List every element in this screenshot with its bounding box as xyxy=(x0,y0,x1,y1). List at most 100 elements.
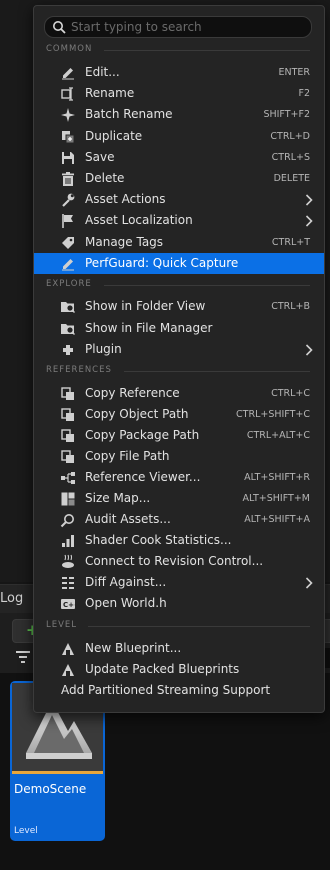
menu-item-shortcut: ALT+SHIFT+M xyxy=(242,493,310,504)
menu-item-copy-reference[interactable]: Copy Reference CTRL+C xyxy=(34,383,324,404)
batch-rename-icon xyxy=(61,108,75,122)
menu-item-label: Open World.h xyxy=(85,596,167,610)
menu-item-label: Rename xyxy=(85,86,135,100)
log-tab-label[interactable]: Log xyxy=(0,591,23,606)
pencil-icon xyxy=(62,68,74,80)
copy-icon xyxy=(61,450,74,463)
menu-search-box[interactable] xyxy=(44,16,312,38)
menu-item-manage-tags[interactable]: Manage Tags CTRL+T xyxy=(34,232,324,253)
menu-item-audit-assets[interactable]: Audit Assets... ALT+SHIFT+A xyxy=(34,509,324,530)
menu-item-shortcut: CTRL+T xyxy=(271,237,310,248)
menu-item-duplicate[interactable]: Duplicate CTRL+D xyxy=(34,126,324,147)
menu-item-shortcut: CTRL+SHIFT+C xyxy=(236,409,310,420)
section-divider xyxy=(104,285,310,286)
diff-icon xyxy=(62,577,74,589)
menu-item-delete[interactable]: Delete DELETE xyxy=(34,168,324,189)
menu-item-label: Asset Localization xyxy=(85,213,193,227)
menu-item-shortcut: CTRL+D xyxy=(270,131,310,142)
chevron-right-icon xyxy=(305,194,313,206)
audit-icon xyxy=(60,514,74,528)
menu-item-size-map[interactable]: Size Map... ALT+SHIFT+M xyxy=(34,488,324,509)
menu-item-copy-file-path[interactable]: Copy File Path xyxy=(34,446,324,467)
save-icon xyxy=(62,152,74,164)
folder-search-icon xyxy=(61,302,75,313)
menu-item-label: Audit Assets... xyxy=(85,512,171,526)
menu-item-perfguard-quick-capture[interactable]: PerfGuard: Quick Capture xyxy=(34,253,324,274)
menu-item-diff-against[interactable]: Diff Against... xyxy=(34,572,324,593)
menu-item-shortcut: CTRL+S xyxy=(271,152,310,163)
plugin-icon xyxy=(63,345,73,355)
menu-item-shortcut: ENTER xyxy=(278,67,310,78)
folder-search-icon xyxy=(61,324,75,335)
menu-item-asset-actions[interactable]: Asset Actions xyxy=(34,189,324,210)
menu-item-rename[interactable]: Rename F2 xyxy=(34,83,324,104)
rename-icon xyxy=(61,87,73,101)
menu-item-show-in-file-manager[interactable]: Show in File Manager xyxy=(34,318,324,339)
size-map-icon xyxy=(61,492,75,506)
menu-item-label: Copy Reference xyxy=(85,386,180,400)
copy-icon xyxy=(61,429,74,442)
menu-item-label: Duplicate xyxy=(85,129,143,143)
menu-item-label: Copy Package Path xyxy=(85,428,200,442)
svg-text:C++: C++ xyxy=(63,601,76,609)
section-label: LEVEL xyxy=(46,620,78,630)
menu-item-reference-viewer[interactable]: Reference Viewer... ALT+SHIFT+R xyxy=(34,467,324,488)
menu-item-label: Shader Cook Statistics... xyxy=(85,533,232,547)
menu-item-show-in-folder-view[interactable]: Show in Folder View CTRL+B xyxy=(34,296,324,317)
menu-item-label: PerfGuard: Quick Capture xyxy=(85,256,239,270)
menu-item-shortcut: ALT+SHIFT+A xyxy=(244,514,310,525)
blueprint-icon xyxy=(62,664,74,676)
menu-item-label: Batch Rename xyxy=(85,107,173,121)
section-label: EXPLORE xyxy=(46,279,92,289)
menu-item-save[interactable]: Save CTRL+S xyxy=(34,147,324,168)
menu-item-label: Size Map... xyxy=(85,491,151,505)
menu-item-shader-cook-statistics[interactable]: Shader Cook Statistics... xyxy=(34,530,324,551)
menu-item-label: New Blueprint... xyxy=(85,641,182,655)
menu-item-label: Update Packed Blueprints xyxy=(85,662,240,676)
asset-context-menu: COMMON EXPLORE REFERENCES LEVEL Edit... ENTER… xyxy=(33,5,325,713)
tag-icon xyxy=(62,237,74,249)
section-label: REFERENCES xyxy=(46,365,112,375)
trash-icon xyxy=(62,172,74,186)
menu-item-copy-object-path[interactable]: Copy Object Path CTRL+SHIFT+C xyxy=(34,404,324,425)
menu-item-label: Add Partitioned Streaming Support xyxy=(61,683,271,697)
duplicate-icon xyxy=(62,131,75,144)
revision-control-icon xyxy=(62,554,74,568)
section-header-level: LEVEL xyxy=(46,620,314,632)
menu-item-batch-rename[interactable]: Batch Rename SHIFT+F2 xyxy=(34,104,324,125)
menu-item-label: Edit... xyxy=(85,65,120,79)
menu-item-label: Save xyxy=(85,150,115,164)
menu-item-edit[interactable]: Edit... ENTER xyxy=(34,62,324,83)
menu-item-connect-to-revision-control[interactable]: Connect to Revision Control... xyxy=(34,551,324,572)
menu-item-label: Reference Viewer... xyxy=(85,470,201,484)
chevron-right-icon xyxy=(305,344,313,356)
menu-item-shortcut: F2 xyxy=(298,88,310,99)
menu-item-label: Copy Object Path xyxy=(85,407,189,421)
menu-item-open-world-h[interactable]: C++ Open World.h xyxy=(34,593,324,614)
wrench-icon xyxy=(62,193,75,207)
menu-item-new-blueprint[interactable]: New Blueprint... xyxy=(34,638,324,659)
section-divider xyxy=(104,50,310,51)
menu-item-add-partitioned-streaming-support[interactable]: Add Partitioned Streaming Support xyxy=(34,680,324,701)
copy-icon xyxy=(61,408,74,421)
menu-item-shortcut: ALT+SHIFT+R xyxy=(244,472,310,483)
section-header-references: REFERENCES xyxy=(46,365,314,377)
filter-icon[interactable] xyxy=(15,650,31,664)
menu-item-label: Manage Tags xyxy=(85,235,164,249)
asset-type-color-bar xyxy=(12,771,103,774)
shader-stats-icon xyxy=(62,535,74,547)
section-header-explore: EXPLORE xyxy=(46,279,314,291)
menu-item-label: Show in File Manager xyxy=(85,321,213,335)
menu-item-asset-localization[interactable]: Asset Localization xyxy=(34,210,324,231)
menu-search-input[interactable] xyxy=(71,18,301,35)
menu-item-label: Plugin xyxy=(85,342,122,356)
menu-item-plugin[interactable]: Plugin xyxy=(34,339,324,360)
menu-item-label: Copy File Path xyxy=(85,449,170,463)
menu-item-label: Delete xyxy=(85,171,125,185)
menu-item-label: Asset Actions xyxy=(85,192,166,206)
menu-item-shortcut: CTRL+ALT+C xyxy=(246,430,310,441)
menu-item-copy-package-path[interactable]: Copy Package Path CTRL+ALT+C xyxy=(34,425,324,446)
menu-item-shortcut: CTRL+C xyxy=(271,388,310,399)
chevron-right-icon xyxy=(305,577,313,589)
menu-item-update-packed-blueprints[interactable]: Update Packed Blueprints xyxy=(34,659,324,680)
